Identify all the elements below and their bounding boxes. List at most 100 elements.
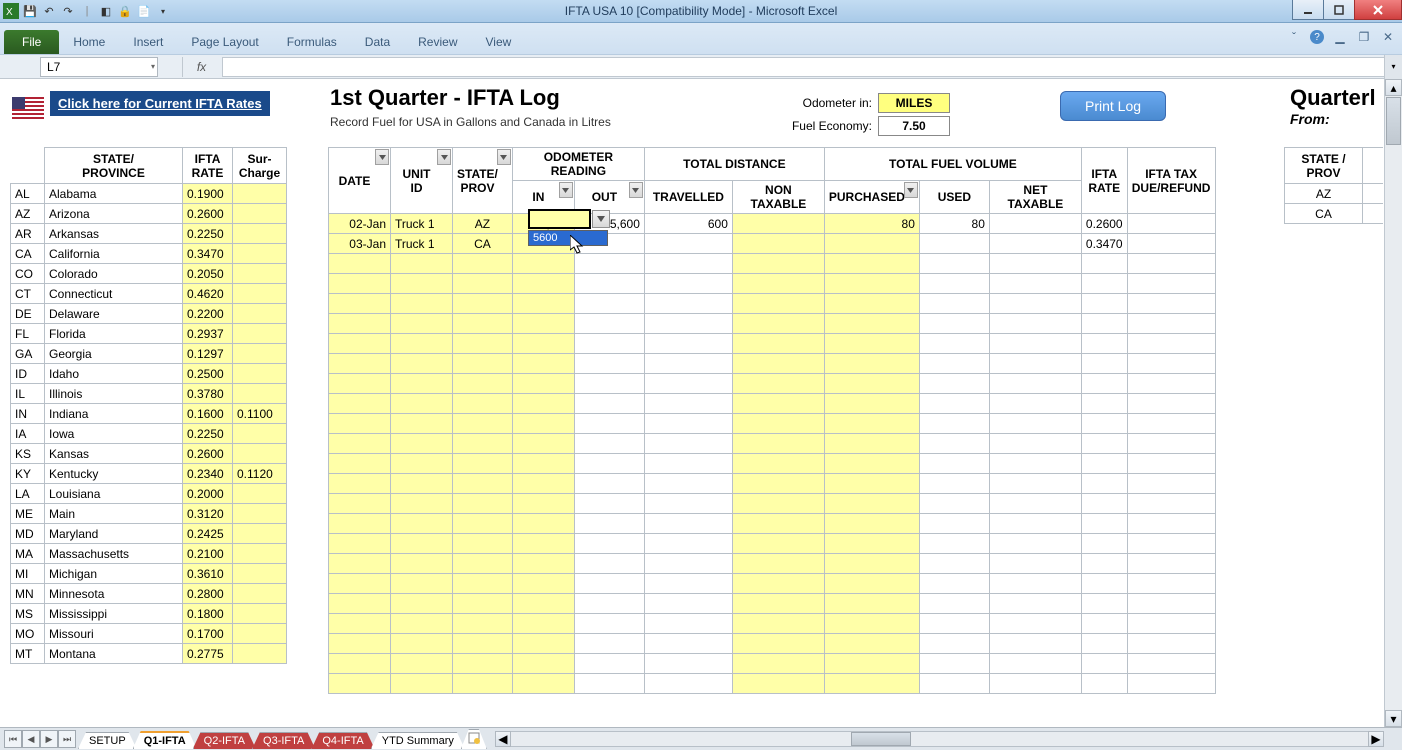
state-row[interactable]: DE Delaware 0.2200	[11, 304, 287, 324]
cell-used[interactable]	[919, 514, 989, 534]
cell-nontax[interactable]	[732, 454, 824, 474]
print-log-button[interactable]: Print Log	[1060, 91, 1166, 121]
cell-used[interactable]	[919, 414, 989, 434]
ifta-rates-link[interactable]: Click here for Current IFTA Rates	[58, 96, 262, 111]
cell-state[interactable]	[453, 574, 513, 594]
sheet-tab-q4-ifta[interactable]: Q4-IFTA	[311, 732, 374, 749]
summary-row[interactable]: CA	[1285, 204, 1383, 224]
cell-due[interactable]	[1127, 314, 1215, 334]
cell-used[interactable]	[919, 474, 989, 494]
cell-purch[interactable]	[824, 274, 919, 294]
cell-due[interactable]	[1127, 534, 1215, 554]
cell-due[interactable]	[1127, 454, 1215, 474]
cell-nettax[interactable]	[989, 654, 1081, 674]
cell-used[interactable]	[919, 434, 989, 454]
cell-trav[interactable]	[644, 654, 732, 674]
cell-out[interactable]	[574, 474, 644, 494]
cell-trav[interactable]	[644, 554, 732, 574]
cell-trav[interactable]	[644, 254, 732, 274]
cell-trav[interactable]	[644, 534, 732, 554]
cell-nettax[interactable]	[989, 574, 1081, 594]
hscroll-thumb[interactable]	[851, 732, 911, 746]
log-row-empty[interactable]	[329, 494, 1216, 514]
cell-nettax[interactable]	[989, 454, 1081, 474]
ribbon-tab-insert[interactable]: Insert	[119, 30, 177, 54]
log-row-empty[interactable]	[329, 254, 1216, 274]
state-row[interactable]: MO Missouri 0.1700	[11, 624, 287, 644]
cell-rate[interactable]: 0.3470	[1081, 234, 1127, 254]
cell-rate[interactable]	[1081, 654, 1127, 674]
cell-nettax[interactable]	[989, 274, 1081, 294]
cell-unit[interactable]	[391, 614, 453, 634]
cell-date[interactable]	[329, 634, 391, 654]
cell-in[interactable]	[512, 554, 574, 574]
cell-out[interactable]	[574, 574, 644, 594]
cell-state[interactable]	[453, 514, 513, 534]
cell-due[interactable]	[1127, 514, 1215, 534]
cell-date[interactable]	[329, 334, 391, 354]
cell-purch[interactable]	[824, 294, 919, 314]
cell-in[interactable]	[512, 494, 574, 514]
dropdown-option[interactable]: 5600	[529, 231, 607, 245]
cell-unit[interactable]	[391, 514, 453, 534]
cell-date[interactable]: 03-Jan	[329, 234, 391, 254]
cell-date[interactable]	[329, 674, 391, 694]
cell-unit[interactable]	[391, 454, 453, 474]
file-tab[interactable]: File	[4, 30, 59, 54]
maximize-button[interactable]	[1323, 0, 1355, 20]
cell-nettax[interactable]	[989, 534, 1081, 554]
cell-nontax[interactable]	[732, 274, 824, 294]
cell-out[interactable]	[574, 514, 644, 534]
cell-used[interactable]	[919, 654, 989, 674]
cell-due[interactable]	[1127, 214, 1215, 234]
cell-nontax[interactable]	[732, 434, 824, 454]
cell-nontax[interactable]	[732, 534, 824, 554]
cell-out[interactable]	[574, 334, 644, 354]
cell-nettax[interactable]	[989, 594, 1081, 614]
cell-nettax[interactable]	[989, 354, 1081, 374]
cell-unit[interactable]: Truck 1	[391, 214, 453, 234]
cell-unit[interactable]	[391, 494, 453, 514]
state-row[interactable]: MS Mississippi 0.1800	[11, 604, 287, 624]
cell-purch[interactable]	[824, 634, 919, 654]
log-row-empty[interactable]	[329, 514, 1216, 534]
cell-rate[interactable]	[1081, 354, 1127, 374]
cell-in[interactable]	[512, 294, 574, 314]
excel-icon[interactable]: X	[3, 3, 19, 19]
cell-state[interactable]	[453, 394, 513, 414]
cell-unit[interactable]	[391, 634, 453, 654]
cell-due[interactable]	[1127, 674, 1215, 694]
cell-nontax[interactable]	[732, 294, 824, 314]
cell-due[interactable]	[1127, 494, 1215, 514]
cell-nettax[interactable]	[989, 234, 1081, 254]
cell-out[interactable]	[574, 274, 644, 294]
cell-state[interactable]	[453, 414, 513, 434]
cell-in[interactable]	[512, 594, 574, 614]
cell-unit[interactable]	[391, 354, 453, 374]
cell-state[interactable]: AZ	[453, 214, 513, 234]
cell-nettax[interactable]	[989, 514, 1081, 534]
cell-purch[interactable]	[824, 414, 919, 434]
log-row-empty[interactable]	[329, 614, 1216, 634]
cell-purch[interactable]	[824, 674, 919, 694]
cell-date[interactable]	[329, 394, 391, 414]
cell-in[interactable]	[512, 474, 574, 494]
cell-due[interactable]	[1127, 654, 1215, 674]
cell-used[interactable]	[919, 394, 989, 414]
cell-unit[interactable]	[391, 414, 453, 434]
cell-unit[interactable]	[391, 294, 453, 314]
cell-trav[interactable]	[644, 374, 732, 394]
formula-expand-icon[interactable]: ▾	[1384, 55, 1402, 79]
cell-state[interactable]	[453, 554, 513, 574]
cell-due[interactable]	[1127, 274, 1215, 294]
cell-nontax[interactable]	[732, 334, 824, 354]
state-row[interactable]: IL Illinois 0.3780	[11, 384, 287, 404]
cell-state[interactable]	[453, 674, 513, 694]
cell-unit[interactable]	[391, 674, 453, 694]
log-row[interactable]: 02-Jan Truck 1 AZ 5,000 5,600 600 80 80 …	[329, 214, 1216, 234]
cell-trav[interactable]	[644, 394, 732, 414]
tab-nav-prev-icon[interactable]: ◀	[22, 730, 40, 748]
filter-out-icon[interactable]	[629, 182, 643, 198]
minimize-ribbon-icon[interactable]: ˇ	[1286, 29, 1302, 45]
cell-in[interactable]	[512, 254, 574, 274]
